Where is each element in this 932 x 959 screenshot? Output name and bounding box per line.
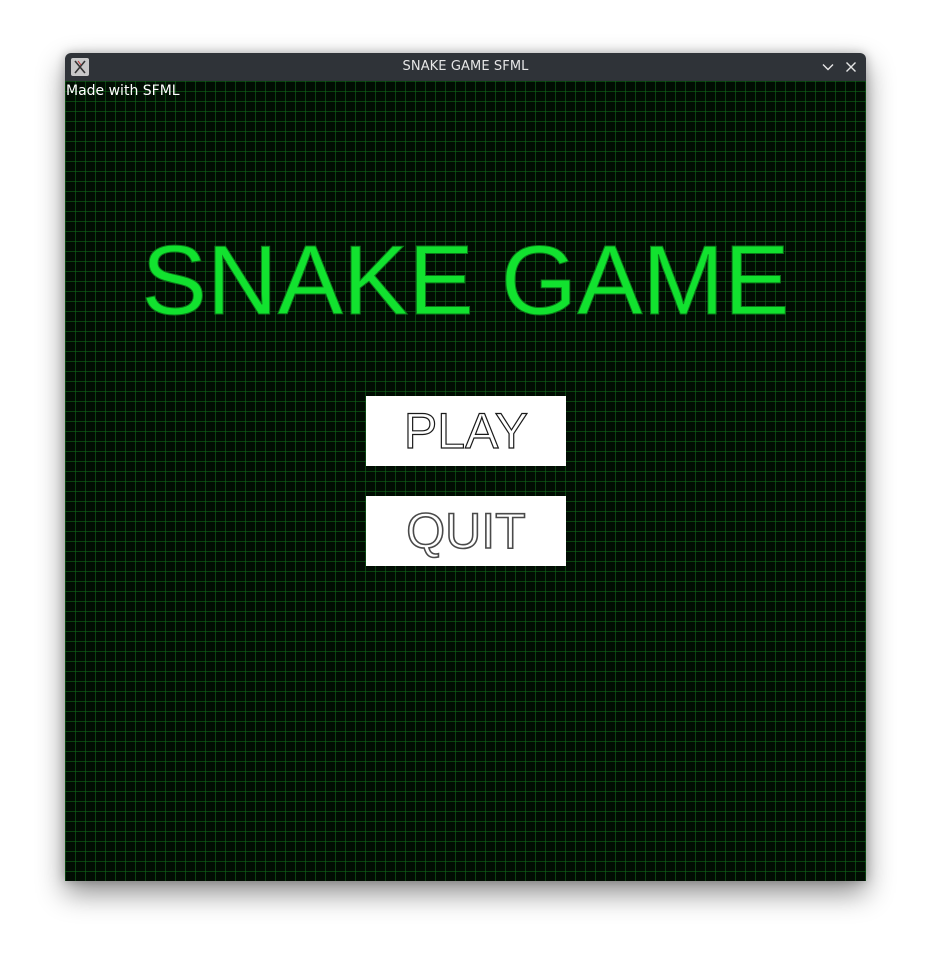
close-icon[interactable] (843, 59, 859, 75)
play-button-label: PLAY (403, 402, 529, 459)
quit-button[interactable]: QUIT (366, 496, 566, 566)
window-title: SNAKE GAME SFML (402, 59, 529, 74)
game-window: SNAKE GAME SFML Made with SFML SNAKE GAM… (65, 53, 866, 881)
window-titlebar[interactable]: SNAKE GAME SFML (65, 53, 866, 81)
game-canvas: Made with SFML SNAKE GAME PLAY QUIT (65, 81, 866, 881)
credit-text: Made with SFML (66, 83, 180, 99)
quit-button-label: QUIT (405, 502, 526, 560)
game-title: SNAKE GAME (141, 225, 790, 336)
chevron-down-icon[interactable] (820, 59, 836, 75)
play-button[interactable]: PLAY (366, 396, 566, 466)
